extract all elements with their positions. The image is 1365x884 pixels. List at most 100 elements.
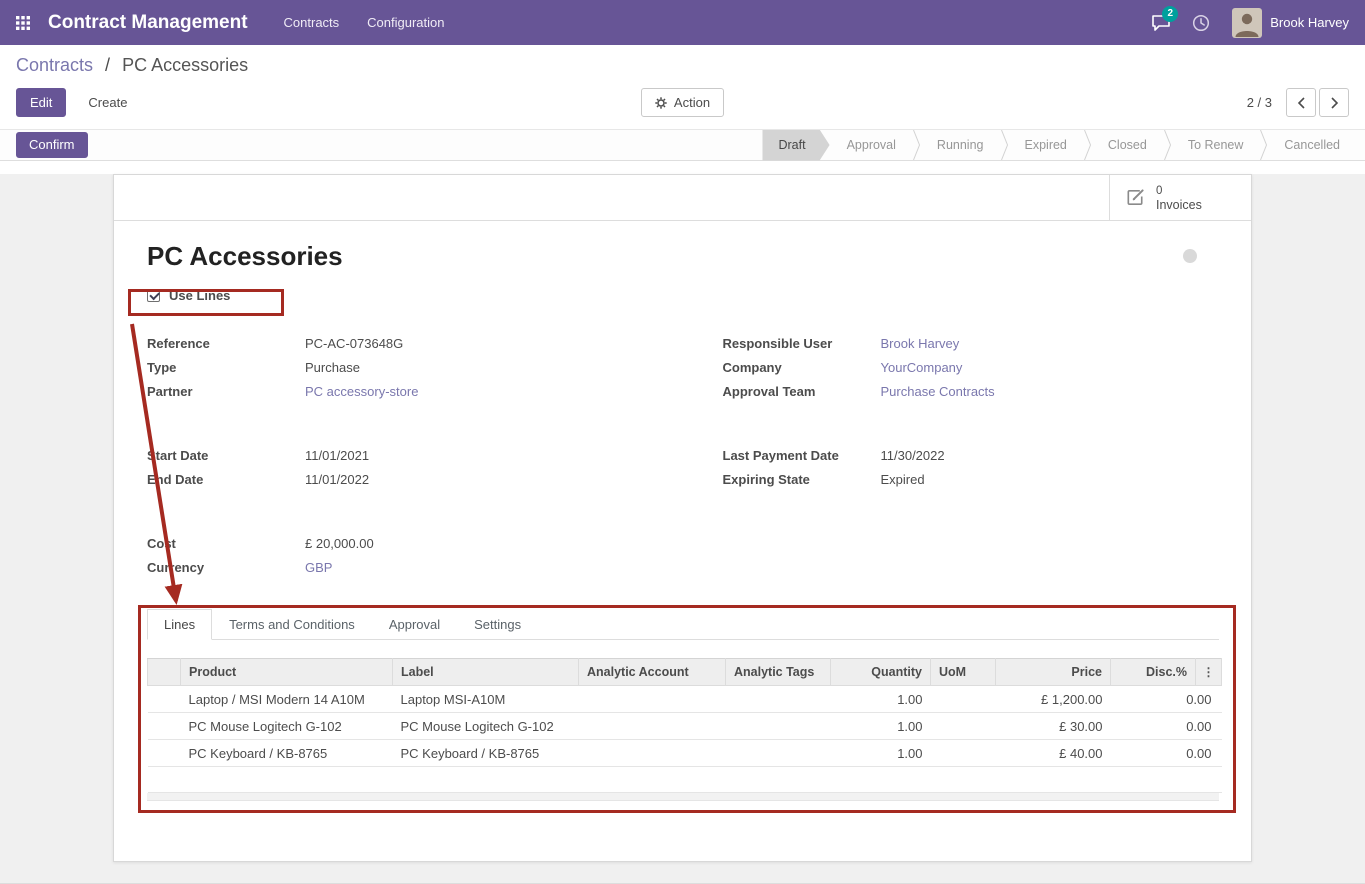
contract-sheet: 0 Invoices PC Accessories Use Lines [113, 174, 1252, 862]
cell-label: PC Mouse Logitech G-102 [393, 713, 579, 740]
lines-tab-pane: Product Label Analytic Account Analytic … [147, 640, 1219, 801]
messages-badge: 2 [1162, 6, 1178, 22]
list-footer [147, 793, 1219, 801]
stat-text: 0 Invoices [1156, 184, 1202, 212]
breadcrumb-contracts[interactable]: Contracts [16, 55, 93, 75]
partner-link[interactable]: PC accessory-store [305, 380, 418, 404]
cell-analytic-tags [726, 713, 831, 740]
field-value: PC-AC-073648G [305, 332, 403, 356]
currency-link[interactable]: GBP [305, 556, 332, 580]
tab-terms-and-conditions[interactable]: Terms and Conditions [212, 609, 372, 640]
cell-disc: 0.00 [1111, 686, 1222, 713]
status-step-approval[interactable]: Approval [830, 130, 913, 161]
field-value: 11/30/2022 [881, 444, 945, 468]
statusbar: Confirm Draft Approval Running Expired C… [0, 129, 1365, 161]
user-menu[interactable]: Brook Harvey [1224, 8, 1349, 38]
field-start-date: Start Date 11/01/2021 [147, 444, 644, 468]
cell-quantity: 1.00 [831, 713, 931, 740]
field-currency: Currency GBP [147, 556, 644, 580]
cell-uom [931, 713, 996, 740]
field-label: Approval Team [723, 380, 881, 404]
company-link[interactable]: YourCompany [881, 356, 963, 380]
approval-team-link[interactable]: Purchase Contracts [881, 380, 995, 404]
use-lines-field: Use Lines [147, 282, 1219, 308]
apps-menu-icon[interactable] [8, 0, 38, 45]
field-responsible-user: Responsible User Brook Harvey [723, 332, 1220, 356]
cell-uom [931, 686, 996, 713]
table-row[interactable]: PC Mouse Logitech G-102 PC Mouse Logitec… [148, 713, 1222, 740]
edit-button[interactable]: Edit [16, 88, 66, 117]
status-step-running[interactable]: Running [920, 130, 1001, 161]
top-navbar: Contract Management Contracts Configurat… [0, 0, 1365, 45]
cell-quantity: 1.00 [831, 740, 931, 767]
cp-left: Edit Create [16, 88, 641, 117]
cell-disc: 0.00 [1111, 740, 1222, 767]
field-group-dates: Start Date 11/01/2021 End Date 11/01/202… [147, 444, 1219, 492]
col-analytic-account[interactable]: Analytic Account [579, 659, 726, 686]
tab-settings[interactable]: Settings [457, 609, 538, 640]
stat-button-box: 0 Invoices [1109, 175, 1251, 220]
field-column-left: Start Date 11/01/2021 End Date 11/01/202… [147, 444, 644, 492]
invoices-stat-button[interactable]: 0 Invoices [1110, 175, 1251, 220]
status-step-closed[interactable]: Closed [1091, 130, 1164, 161]
status-step-expired[interactable]: Expired [1008, 130, 1084, 161]
tab-lines[interactable]: Lines [147, 609, 212, 640]
use-lines-checkbox[interactable] [147, 289, 160, 302]
activities-clock-icon[interactable] [1184, 0, 1218, 45]
field-last-payment-date: Last Payment Date 11/30/2022 [723, 444, 1220, 468]
tab-approval[interactable]: Approval [372, 609, 457, 640]
cell-price: £ 1,200.00 [996, 686, 1111, 713]
field-approval-team: Approval Team Purchase Contracts [723, 380, 1220, 404]
status-separator [1084, 130, 1091, 161]
clock-icon [1192, 14, 1210, 32]
field-column-left: Cost £ 20,000.00 Currency GBP [147, 532, 644, 580]
cell-analytic-account [579, 686, 726, 713]
menu-contracts[interactable]: Contracts [272, 2, 352, 43]
responsible-user-link[interactable]: Brook Harvey [881, 332, 960, 356]
app-title: Contract Management [48, 12, 248, 34]
field-end-date: End Date 11/01/2022 [147, 468, 644, 492]
pager-previous-button[interactable] [1286, 88, 1316, 117]
field-label: Responsible User [723, 332, 881, 356]
table-row[interactable]: PC Keyboard / KB-8765 PC Keyboard / KB-8… [148, 740, 1222, 767]
status-step-cancelled[interactable]: Cancelled [1267, 130, 1357, 161]
record-image-placeholder [1183, 249, 1197, 263]
optional-columns-icon[interactable]: ⋮ [1196, 659, 1222, 686]
notebook-tabs: Lines Terms and Conditions Approval Sett… [147, 608, 1219, 640]
field-partner: Partner PC accessory-store [147, 380, 644, 404]
lines-table: Product Label Analytic Account Analytic … [147, 658, 1222, 793]
field-label: Last Payment Date [723, 444, 881, 468]
status-step-draft[interactable]: Draft [762, 130, 829, 161]
col-quantity[interactable]: Quantity [831, 659, 931, 686]
cell-quantity: 1.00 [831, 686, 931, 713]
table-row[interactable]: Laptop / MSI Modern 14 A10M Laptop MSI-A… [148, 686, 1222, 713]
create-button[interactable]: Create [74, 88, 141, 117]
control-panel: Contracts / PC Accessories Edit Create [0, 45, 1365, 129]
col-analytic-tags[interactable]: Analytic Tags [726, 659, 831, 686]
col-product[interactable]: Product [181, 659, 393, 686]
field-label: Start Date [147, 444, 305, 468]
status-step-to-renew[interactable]: To Renew [1171, 130, 1261, 161]
col-label[interactable]: Label [393, 659, 579, 686]
col-price[interactable]: Price [996, 659, 1111, 686]
control-panel-buttons: Edit Create Action [16, 88, 1349, 117]
col-uom[interactable]: UoM [931, 659, 996, 686]
messages-icon[interactable]: 2 [1144, 0, 1178, 45]
notebook: Lines Terms and Conditions Approval Sett… [147, 608, 1219, 801]
action-menu-button[interactable]: Action [641, 88, 724, 117]
empty-row [148, 767, 1222, 793]
col-disc[interactable]: Disc.% [1111, 659, 1196, 686]
field-label: Type [147, 356, 305, 380]
field-reference: Reference PC-AC-073648G [147, 332, 644, 356]
navbar-left: Contract Management Contracts Configurat… [8, 0, 457, 45]
breadcrumb-current: PC Accessories [122, 55, 248, 75]
cell-label: PC Keyboard / KB-8765 [393, 740, 579, 767]
menu-configuration[interactable]: Configuration [355, 2, 456, 43]
row-handle [148, 740, 181, 767]
navbar-right: 2 Brook Harvey [1144, 0, 1349, 45]
field-value: £ 20,000.00 [305, 532, 374, 556]
field-label: Cost [147, 532, 305, 556]
field-label: Reference [147, 332, 305, 356]
pager-next-button[interactable] [1319, 88, 1349, 117]
confirm-button[interactable]: Confirm [16, 132, 88, 158]
